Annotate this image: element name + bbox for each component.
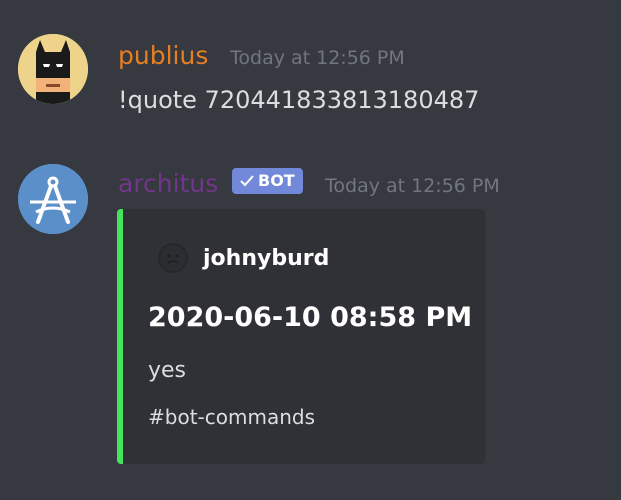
- bot-avatar[interactable]: [18, 164, 88, 234]
- message-publius: publius Today at 12:56 PM !quote 7204418…: [0, 0, 621, 140]
- message-timestamp: Today at 12:56 PM: [325, 175, 500, 197]
- embed-author[interactable]: johnyburd: [203, 245, 329, 273]
- bot-badge-label: BOT: [258, 171, 295, 190]
- user-avatar[interactable]: [18, 34, 88, 104]
- batman-cowl-icon: [18, 34, 88, 104]
- compass-logo-icon: [18, 164, 88, 234]
- message-username[interactable]: publius: [118, 41, 208, 71]
- message-architus: architus BOT Today at 12:56 PM johnyburd…: [0, 140, 621, 500]
- message-timestamp: Today at 12:56 PM: [230, 47, 405, 69]
- checkmark-icon: [240, 175, 254, 187]
- message-content: !quote 720441833813180487: [118, 86, 480, 114]
- embed-footer-channel[interactable]: #bot-commands: [148, 404, 315, 430]
- quote-embed: johnyburd 2020-06-10 08:58 PM yes #bot-c…: [117, 209, 485, 464]
- default-avatar-icon[interactable]: [157, 242, 189, 274]
- bot-badge: BOT: [232, 168, 303, 194]
- embed-description: yes: [148, 358, 187, 383]
- bot-username[interactable]: architus: [118, 169, 218, 199]
- embed-title: 2020-06-10 08:58 PM: [148, 302, 473, 333]
